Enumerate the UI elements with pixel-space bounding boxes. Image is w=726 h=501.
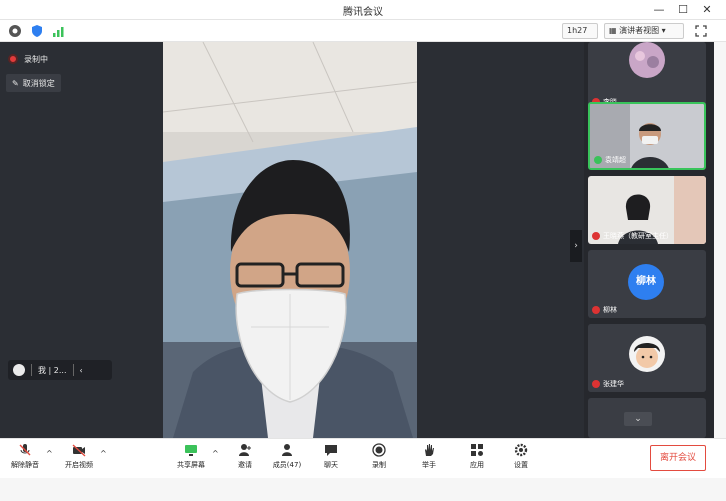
- mic-muted-icon: [592, 379, 600, 388]
- chevron-up-icon[interactable]: ^: [100, 449, 107, 458]
- record-button[interactable]: 录制: [356, 443, 402, 477]
- chevron-down-icon: ▾: [659, 26, 666, 35]
- record-icon: [372, 443, 386, 457]
- participant-name: 袁靖超: [594, 154, 626, 165]
- participant-tile-active[interactable]: 袁靖超: [588, 102, 706, 170]
- raise-hand-label: 举手: [422, 461, 436, 469]
- settings-label: 设置: [514, 461, 528, 469]
- mute-label: 解除静音: [11, 461, 39, 469]
- mic-muted-icon: [592, 305, 600, 314]
- participant-panel: 李晓 袁靖超 王晓燕（教研室主任） 柳林 柳林: [584, 42, 714, 438]
- invite-label: 邀请: [238, 461, 252, 469]
- collapse-panel-button[interactable]: ›: [570, 230, 582, 262]
- chevron-up-icon[interactable]: ^: [212, 449, 219, 458]
- chevron-left-icon[interactable]: ‹: [80, 366, 83, 375]
- mic-on-icon: [594, 155, 602, 164]
- participant-tile[interactable]: 李晓: [588, 42, 706, 110]
- recording-indicator: 录制中: [8, 50, 48, 68]
- members-label: 成员(47): [272, 461, 302, 469]
- meeting-toolbar: 1h27 ▦ 演讲者视图 ▾: [0, 20, 726, 42]
- gear-icon: [514, 443, 528, 457]
- participant-tile[interactable]: 柳林 柳林: [588, 250, 706, 318]
- chevron-up-icon[interactable]: ^: [46, 449, 53, 458]
- maximize-button[interactable]: ☐: [672, 1, 694, 19]
- mute-button[interactable]: 解除静音: [2, 443, 48, 477]
- window-title: 腾讯会议: [343, 7, 383, 18]
- share-screen-button[interactable]: 共享屏幕: [168, 443, 214, 477]
- unpin-button[interactable]: ✎ 取消锁定: [6, 74, 61, 92]
- apps-label: 应用: [470, 461, 484, 469]
- scroll-down-button[interactable]: ⌄: [624, 412, 652, 426]
- members-icon: [282, 444, 292, 456]
- participant-name: 王晓燕（教研室主任）: [592, 230, 673, 241]
- self-name-label: 我 | 2...: [38, 365, 67, 375]
- chat-icon: [325, 445, 337, 456]
- recording-label: 录制中: [24, 54, 48, 64]
- speaker-video: [163, 42, 417, 438]
- self-video-chip[interactable]: 我 | 2... ‹: [8, 360, 112, 380]
- record-label: 录制: [372, 461, 386, 469]
- participant-initial-avatar: 柳林: [628, 264, 664, 300]
- share-label: 共享屏幕: [177, 461, 205, 469]
- info-icon[interactable]: [8, 24, 22, 38]
- participant-name: 张建华: [592, 378, 624, 389]
- unpin-label: 取消锁定: [22, 78, 55, 88]
- mic-muted-icon: [19, 444, 31, 456]
- invite-button[interactable]: 邀请: [222, 443, 268, 477]
- recording-dot-icon: [8, 54, 18, 64]
- participant-tile[interactable]: 王晓燕（教研室主任）: [588, 176, 706, 244]
- share-screen-icon: [185, 445, 197, 456]
- participant-tile[interactable]: 张建华: [588, 324, 706, 392]
- leave-meeting-button[interactable]: 离开会议: [650, 445, 706, 471]
- participant-name: 柳林: [592, 304, 617, 315]
- view-mode-label: 演讲者视图: [619, 26, 660, 35]
- divider: [31, 364, 32, 376]
- members-button[interactable]: 成员(47): [264, 443, 310, 477]
- pin-icon: ✎: [12, 78, 19, 88]
- grid-icon: ▦: [609, 26, 620, 35]
- settings-button[interactable]: 设置: [498, 443, 544, 477]
- title-bar: 腾讯会议 — ☐ ✕: [0, 0, 726, 20]
- main-stage: 录制中 ✎ 取消锁定 我 | 2... ‹ ›: [0, 42, 584, 438]
- invite-icon: [239, 444, 251, 456]
- signal-icon[interactable]: [52, 24, 66, 38]
- fullscreen-icon[interactable]: [694, 24, 708, 38]
- apps-icon: [471, 444, 483, 456]
- shield-icon[interactable]: [30, 24, 44, 38]
- close-button[interactable]: ✕: [696, 1, 718, 19]
- control-bar: 解除静音 ^ 开启视频 ^ 共享屏幕 ^ 邀请 成员(47) 聊天 录制 举手 …: [0, 438, 726, 478]
- view-mode-dropdown[interactable]: ▦ 演讲者视图 ▾: [604, 23, 684, 39]
- mic-muted-icon: [592, 231, 600, 240]
- bottom-strip: [0, 478, 726, 501]
- video-label: 开启视频: [65, 461, 93, 469]
- apps-button[interactable]: 应用: [454, 443, 500, 477]
- raise-hand-button[interactable]: 举手: [406, 443, 452, 477]
- chat-button[interactable]: 聊天: [308, 443, 354, 477]
- minimize-button[interactable]: —: [648, 1, 670, 19]
- meeting-duration: 1h27: [562, 23, 598, 39]
- camera-off-icon: [72, 444, 86, 457]
- smile-icon: [13, 364, 25, 376]
- hand-icon: [425, 444, 434, 456]
- divider: [72, 364, 74, 376]
- chat-label: 聊天: [324, 461, 338, 469]
- video-button[interactable]: 开启视频: [56, 443, 102, 477]
